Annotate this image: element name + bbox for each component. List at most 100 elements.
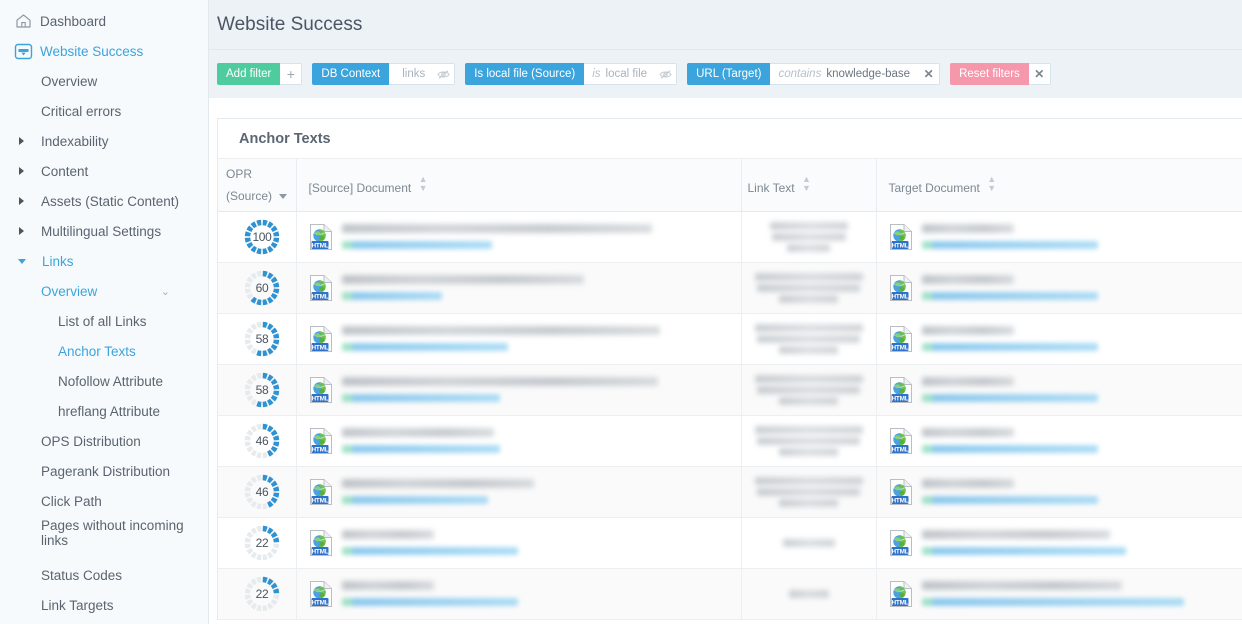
cell-source-document[interactable]: HTML <box>295 313 741 365</box>
sidebar-item-indexability[interactable]: Indexability <box>0 126 208 156</box>
column-header-link-text[interactable]: Link Text ▲ ▼ <box>740 159 876 212</box>
svg-text:HTML: HTML <box>311 497 328 504</box>
html-file-icon: HTML <box>889 376 913 404</box>
filter-chip-is-local-file-source[interactable]: Is local file (Source) is local file <box>465 63 678 85</box>
sidebar-item-critical-errors[interactable]: Critical errors <box>0 96 208 126</box>
opr-value: 60 <box>255 280 269 295</box>
close-icon[interactable]: ✕ <box>1028 63 1051 85</box>
reset-filters-button[interactable]: Reset filters <box>950 63 1029 85</box>
sidebar-item-links[interactable]: Links <box>0 246 208 276</box>
table-row[interactable]: 46 HTML HTML <box>218 415 1242 467</box>
sidebar-item-label: Pagerank Distribution <box>41 463 171 479</box>
sidebar-item-website-success[interactable]: Website Success <box>0 36 208 66</box>
dropdown-caret-icon[interactable] <box>279 193 288 199</box>
table-row[interactable]: 22 HTML HTML <box>218 568 1242 620</box>
table-row[interactable]: 58 HTML HTML <box>218 364 1242 416</box>
sidebar-item-overview-top[interactable]: Overview <box>0 66 208 96</box>
redacted-link-text <box>757 283 860 292</box>
redacted-url <box>341 292 442 300</box>
column-header-opr[interactable]: OPR (Source) <box>218 159 296 212</box>
sort-icon[interactable]: ▲ ▼ <box>987 174 996 193</box>
eye-off-icon[interactable] <box>655 63 678 85</box>
filter-value[interactable]: links <box>389 63 434 85</box>
cell-target-document[interactable]: HTML <box>875 364 1242 416</box>
cell-opr: 46 <box>218 415 296 467</box>
filter-label[interactable]: Is local file (Source) <box>465 63 585 85</box>
sidebar-item-pagerank-distribution[interactable]: Pagerank Distribution <box>0 456 208 486</box>
html-file-icon: HTML <box>889 580 913 608</box>
sidebar-item-nofollow-attribute[interactable]: Nofollow Attribute <box>0 366 208 396</box>
cell-source-document[interactable]: HTML <box>295 364 741 416</box>
filter-value[interactable]: contains knowledge-base <box>770 63 919 85</box>
table-row[interactable]: 22 HTML HTML <box>218 517 1242 569</box>
chevron-down-icon: ⌄ <box>160 285 170 298</box>
cell-source-document[interactable]: HTML <box>295 262 741 314</box>
sidebar-item-label: Pages without incoming links <box>41 518 184 548</box>
redacted-url <box>921 496 1098 504</box>
panel-header: Anchor Texts <box>218 119 1242 159</box>
table-row[interactable]: 60 HTML HTML <box>218 262 1242 314</box>
filter-chip-db-context[interactable]: DB Context links <box>312 63 456 85</box>
sidebar-item-hreflang-attribute[interactable]: hreflang Attribute <box>0 396 208 426</box>
sort-icon[interactable]: ▲ ▼ <box>419 174 428 193</box>
sidebar-item-content[interactable]: Content <box>0 156 208 186</box>
add-filter-plus-button[interactable]: + <box>280 63 303 85</box>
sidebar-item-links-overview[interactable]: Overview ⌄ <box>0 276 208 306</box>
chevron-down-icon <box>18 258 26 264</box>
table-row[interactable]: 100 HTML HTML <box>218 211 1242 263</box>
sort-icon[interactable]: ▲ ▼ <box>802 174 811 193</box>
sidebar-item-label: Critical errors <box>41 103 122 119</box>
eye-off-icon[interactable] <box>433 63 456 85</box>
cell-target-document[interactable]: HTML <box>875 568 1242 620</box>
close-icon[interactable]: ✕ <box>918 63 941 85</box>
html-file-icon: HTML <box>309 478 333 506</box>
cell-source-document[interactable]: HTML <box>295 466 741 518</box>
redacted-link-text <box>754 425 863 434</box>
sidebar-item-pages-without-incoming-links[interactable]: Pages without incoming links <box>0 516 208 560</box>
sidebar-item-multilingual-settings[interactable]: Multilingual Settings <box>0 216 208 246</box>
cell-opr: 60 <box>218 262 296 314</box>
sidebar-item-dashboard[interactable]: Dashboard <box>0 6 208 36</box>
redacted-url <box>341 547 518 555</box>
table-row[interactable]: 46 HTML HTML <box>218 466 1242 518</box>
svg-text:HTML: HTML <box>311 599 328 606</box>
sidebar-item-status-codes[interactable]: Status Codes <box>0 560 208 590</box>
table-row[interactable]: 58 HTML HTML <box>218 313 1242 365</box>
cell-target-document[interactable]: HTML <box>875 262 1242 314</box>
opr-value: 46 <box>255 433 269 448</box>
redacted-title <box>341 581 434 590</box>
column-header-source-document[interactable]: [Source] Document ▲ ▼ <box>295 159 741 212</box>
cell-target-document[interactable]: HTML <box>875 211 1242 263</box>
sidebar-item-list-of-all-links[interactable]: List of all Links <box>0 306 208 336</box>
html-file-icon: HTML <box>889 427 913 455</box>
source-document-text <box>341 275 584 300</box>
add-filter-button[interactable]: Add filter <box>217 63 281 85</box>
filter-label[interactable]: DB Context <box>312 63 390 85</box>
column-header-target-document[interactable]: Target Document ▲ ▼ <box>875 159 1242 212</box>
sidebar-item-assets[interactable]: Assets (Static Content) <box>0 186 208 216</box>
reset-filters-chip[interactable]: Reset filters ✕ <box>950 63 1051 85</box>
redacted-title <box>921 581 1122 590</box>
filter-label[interactable]: URL (Target) <box>687 63 771 85</box>
sidebar-item-click-path[interactable]: Click Path <box>0 486 208 516</box>
cell-source-document[interactable]: HTML <box>295 568 741 620</box>
svg-text:HTML: HTML <box>891 395 908 402</box>
filter-chip-url-target[interactable]: URL (Target) contains knowledge-base ✕ <box>687 63 941 85</box>
sidebar-item-ops-distribution[interactable]: OPS Distribution <box>0 426 208 456</box>
cell-target-document[interactable]: HTML <box>875 313 1242 365</box>
cell-source-document[interactable]: HTML <box>295 517 741 569</box>
cell-target-document[interactable]: HTML <box>875 517 1242 569</box>
filter-value[interactable]: is local file <box>584 63 656 85</box>
redacted-url <box>921 445 1098 453</box>
redacted-link-text <box>788 589 829 598</box>
cell-target-document[interactable]: HTML <box>875 466 1242 518</box>
add-filter-chip[interactable]: Add filter + <box>217 63 303 85</box>
cell-target-document[interactable]: HTML <box>875 415 1242 467</box>
cell-link-text <box>740 364 876 416</box>
cell-link-text <box>740 313 876 365</box>
cell-source-document[interactable]: HTML <box>295 211 741 263</box>
cell-source-document[interactable]: HTML <box>295 415 741 467</box>
sidebar-item-anchor-texts[interactable]: Anchor Texts <box>0 336 208 366</box>
redacted-url <box>341 445 500 453</box>
sidebar-item-link-targets[interactable]: Link Targets <box>0 590 208 620</box>
